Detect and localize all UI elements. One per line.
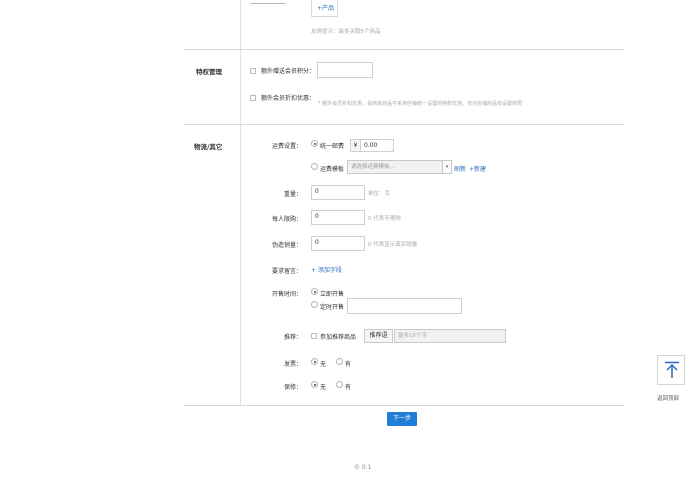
privilege-section-title: 特权管理 (196, 68, 222, 76)
discount-checkbox[interactable] (250, 95, 256, 101)
sale-now-text: 立即开售 (320, 291, 345, 298)
invoice-yes-radio[interactable] (336, 358, 343, 365)
weight-input[interactable]: 0 (311, 185, 365, 200)
fake-sales-hint: 0 代表显示真实销量 (368, 242, 418, 248)
weight-label: 重量： (283, 191, 302, 198)
back-to-top-label: 返回顶部 (657, 396, 680, 402)
sale-scheduled-text: 定时开售 (320, 304, 345, 311)
logistics-section-title: 物流/其它 (194, 143, 223, 151)
shipping-label: 运费设置： (271, 143, 302, 150)
weight-unit: 单位：克 (368, 191, 391, 197)
recommend-checkbox[interactable] (311, 333, 317, 339)
recommend-text-button[interactable]: 推荐语 (364, 329, 393, 343)
currency-addon: ¥ (350, 139, 360, 152)
add-product-box[interactable]: +产品 (311, 0, 338, 17)
extra-points-label: 额外赠送会员积分： (261, 68, 316, 75)
sale-scheduled-radio[interactable] (311, 301, 318, 308)
fake-sales-input[interactable]: 0 (311, 236, 365, 251)
recommend-checkbox-text: 参加推荐商品 (320, 334, 357, 341)
shipping-fee-input[interactable]: 0.00 (360, 139, 394, 152)
purchase-limit-label: 每人限购： (271, 216, 302, 223)
invoice-yes-text: 有 (345, 361, 352, 368)
extra-points-input[interactable] (317, 62, 373, 78)
warranty-yes-text: 有 (345, 384, 352, 391)
unified-shipping-text: 统一邮费 (320, 143, 345, 150)
warranty-yes-radio[interactable] (336, 381, 343, 388)
section-divider-2 (184, 124, 624, 125)
chevron-down-icon: ▾ (442, 161, 451, 173)
unified-shipping-radio[interactable] (311, 140, 318, 147)
template-shipping-text: 运费模板 (320, 166, 345, 173)
warranty-label: 保修： (283, 384, 302, 391)
add-product-link[interactable]: +产品 (317, 3, 334, 12)
arrow-up-icon (665, 361, 679, 378)
message-label: 要求留言： (271, 268, 302, 275)
add-field-link[interactable]: + 添加字段 (311, 265, 342, 274)
back-to-top-button[interactable] (657, 355, 685, 385)
extra-points-checkbox[interactable] (250, 68, 256, 74)
shipping-template-placeholder: 请选择运费模板... (351, 164, 395, 170)
label-column-divider (240, 0, 241, 405)
next-step-button[interactable]: 下一步 (387, 412, 417, 426)
sale-time-input[interactable] (347, 298, 462, 314)
discount-hint: * 额外会员折扣优惠，是商家商品不采用店铺统一设置的特权优惠，仅对店铺商品有设置… (318, 101, 523, 107)
recommend-label: 推荐： (283, 334, 302, 341)
new-template-link[interactable]: +新建 (469, 164, 486, 173)
invoice-no-radio[interactable] (311, 358, 318, 365)
section-divider-1 (184, 49, 624, 50)
refresh-link[interactable]: 刷新 (454, 164, 466, 173)
invoice-label: 发票： (283, 361, 302, 368)
shipping-template-select[interactable]: 请选择运费模板... ▾ (347, 160, 452, 174)
purchase-limit-hint: 0 代表不限购 (368, 216, 401, 222)
purchase-limit-input[interactable]: 0 (311, 210, 365, 225)
warranty-no-text: 无 (320, 384, 327, 391)
cropped-label (250, 0, 286, 4)
discount-label: 额外会员折扣优惠： (261, 95, 316, 102)
template-shipping-radio[interactable] (311, 163, 318, 170)
recommend-text-input[interactable]: 最多15个字 (394, 329, 506, 343)
invoice-no-text: 无 (320, 361, 327, 368)
footer-copyright: © 0.1 (354, 464, 372, 471)
product-tip: 友情提示：最多关联5个商品 (311, 29, 381, 35)
fake-sales-label: 伪造销量： (271, 242, 302, 249)
section-divider-3 (184, 405, 624, 406)
sale-time-label: 开售时间： (271, 291, 302, 298)
warranty-no-radio[interactable] (311, 381, 318, 388)
sale-now-radio[interactable] (311, 288, 318, 295)
